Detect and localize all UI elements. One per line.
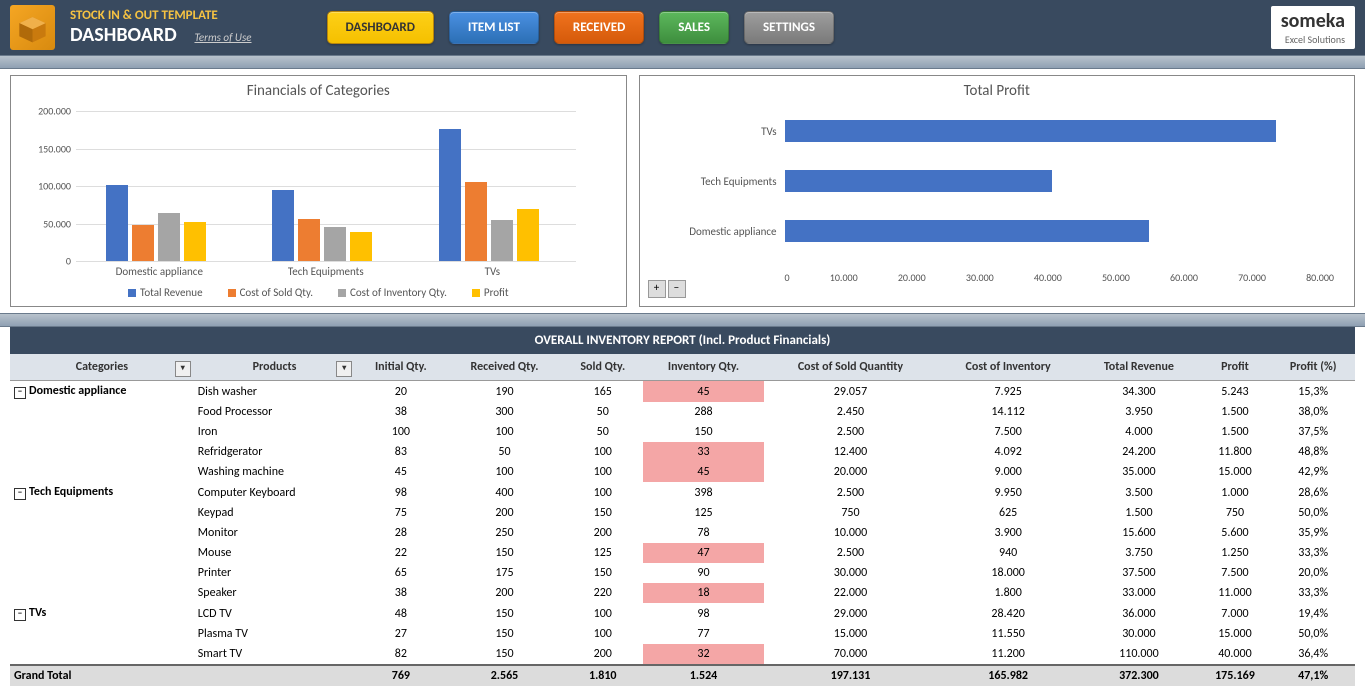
table-row[interactable]: Iron 10010050 150 2.5007.5004.0001.50037…: [10, 422, 1355, 442]
bar: [106, 185, 128, 261]
brand-sub: Excel Solutions: [1281, 33, 1345, 46]
bar: [158, 213, 180, 261]
zoom-in-icon[interactable]: +: [648, 280, 666, 298]
filter-icon[interactable]: ▾: [336, 361, 352, 377]
table-row[interactable]: Food Processor 3830050 288 2.45014.1123.…: [10, 402, 1355, 422]
divider-bar: [0, 55, 1365, 69]
bar: [132, 225, 154, 261]
zoom-out-icon[interactable]: −: [668, 280, 686, 298]
hbar: [785, 220, 1149, 242]
profit-chart[interactable]: Total Profit TVsTech EquipmentsDomestic …: [639, 75, 1355, 307]
inventory-table: Categories▾Products▾Initial Qty.Received…: [10, 354, 1355, 686]
table-row[interactable]: Speaker 38200220 18 22.0001.80033.00011.…: [10, 583, 1355, 603]
nav-dashboard[interactable]: DASHBOARD: [327, 11, 434, 44]
report-header: OVERALL INVENTORY REPORT (Incl. Product …: [10, 327, 1355, 354]
terms-link[interactable]: Terms of Use: [195, 31, 252, 44]
table-row[interactable]: Refridgerator 8350100 33 12.4004.09224.2…: [10, 442, 1355, 462]
table-row[interactable]: Smart TV 82150200 32 70.00011.200110.000…: [10, 644, 1355, 665]
col-header[interactable]: Inventory Qty.: [643, 354, 764, 381]
bar: [324, 227, 346, 261]
nav-bar: DASHBOARD ITEM LIST RECEIVED SALES SETTI…: [327, 11, 834, 44]
chart1-xlabels: Domestic applianceTech EquipmentsTVs: [76, 265, 576, 278]
bar: [465, 182, 487, 262]
nav-item-list[interactable]: ITEM LIST: [449, 11, 539, 44]
divider-bar: [0, 313, 1365, 327]
page-title: DASHBOARD: [70, 23, 177, 47]
bar: [439, 129, 461, 261]
brand-logo: someka Excel Solutions: [1271, 6, 1355, 49]
chart1-plot: 050.000100.000150.000200.000: [76, 111, 576, 261]
chart-zoom-controls: + −: [648, 280, 686, 298]
nav-sales[interactable]: SALES: [659, 11, 729, 44]
bar: [184, 222, 206, 261]
col-header[interactable]: Total Revenue: [1079, 354, 1198, 381]
table-row[interactable]: Plasma TV 27150100 77 15.00011.55030.000…: [10, 624, 1355, 644]
hbar: [785, 170, 1053, 192]
table-row[interactable]: Monitor 28250200 78 10.0003.90015.6005.6…: [10, 523, 1355, 543]
table-row[interactable]: −Domestic appliance Dish washer 20190165…: [10, 381, 1355, 403]
hbar: [785, 120, 1276, 142]
col-header[interactable]: Profit (%): [1271, 354, 1355, 381]
col-header[interactable]: Initial Qty.: [355, 354, 446, 381]
bar: [272, 190, 294, 261]
collapse-icon[interactable]: −: [14, 609, 26, 621]
nav-received[interactable]: RECEIVED: [554, 11, 644, 44]
col-header[interactable]: Profit: [1199, 354, 1272, 381]
bar: [350, 232, 372, 261]
col-header[interactable]: Sold Qty.: [562, 354, 643, 381]
chart2-plot: TVsTech EquipmentsDomestic appliance: [785, 111, 1334, 271]
table-row[interactable]: −TVs LCD TV 48150100 98 29.00028.42036.0…: [10, 603, 1355, 624]
table-row[interactable]: Washing machine 45100100 45 20.0009.0003…: [10, 462, 1355, 482]
table-row[interactable]: Keypad 75200150 125 7506251.50075050,0%: [10, 503, 1355, 523]
col-header[interactable]: Received Qty.: [446, 354, 562, 381]
table-row[interactable]: −Tech Equipments Computer Keyboard 98400…: [10, 482, 1355, 503]
bar: [517, 209, 539, 262]
charts-row: Financials of Categories 050.000100.0001…: [0, 69, 1365, 313]
nav-settings[interactable]: SETTINGS: [744, 11, 834, 44]
table-row[interactable]: Printer 65175150 90 30.00018.00037.5007.…: [10, 563, 1355, 583]
app-header: STOCK IN & OUT TEMPLATE DASHBOARD Terms …: [0, 0, 1365, 55]
col-header[interactable]: Cost of Inventory: [937, 354, 1079, 381]
bar: [491, 220, 513, 261]
title-block: STOCK IN & OUT TEMPLATE DASHBOARD Terms …: [70, 8, 252, 47]
col-header[interactable]: Cost of Sold Quantity: [764, 354, 937, 381]
app-logo-icon: [10, 5, 55, 50]
col-header[interactable]: Categories▾: [10, 354, 194, 381]
filter-icon[interactable]: ▾: [175, 361, 191, 377]
collapse-icon[interactable]: −: [14, 387, 26, 399]
app-title: STOCK IN & OUT TEMPLATE: [70, 8, 252, 23]
chart2-xaxis: 010.00020.00030.00040.00050.00060.00070.…: [785, 271, 1334, 284]
bar: [298, 219, 320, 261]
grand-total-row: Grand Total 7692.5651.8101.524 197.13116…: [10, 665, 1355, 686]
chart1-title: Financials of Categories: [11, 76, 626, 106]
brand-name: someka: [1281, 9, 1345, 33]
chart1-legend: Total RevenueCost of Sold Qty.Cost of In…: [11, 286, 626, 299]
financials-chart[interactable]: Financials of Categories 050.000100.0001…: [10, 75, 627, 307]
table-row[interactable]: Mouse 22150125 47 2.5009403.7501.25033,3…: [10, 543, 1355, 563]
chart2-title: Total Profit: [640, 76, 1354, 106]
collapse-icon[interactable]: −: [14, 488, 26, 500]
col-header[interactable]: Products▾: [194, 354, 355, 381]
